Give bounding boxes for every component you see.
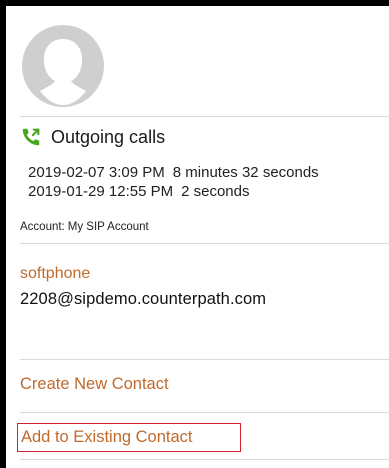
calls-header: Outgoing calls [20, 126, 165, 148]
divider [20, 459, 389, 460]
account-line: Account: My SIP Account [20, 221, 149, 233]
divider [20, 243, 389, 244]
contact-number-value[interactable]: 2208@sipdemo.counterpath.com [20, 290, 266, 309]
account-label: Account: [20, 221, 65, 233]
call-entry: 2019-01-29 12:55 PM 2 seconds [28, 183, 250, 200]
create-new-contact-button[interactable]: Create New Contact [20, 375, 169, 394]
outgoing-call-icon [22, 128, 40, 146]
add-to-existing-contact-button[interactable]: Add to Existing Contact [21, 428, 193, 447]
call-datetime: 2019-01-29 12:55 PM [28, 183, 174, 200]
divider [20, 116, 389, 117]
call-datetime: 2019-02-07 3:09 PM [28, 164, 165, 181]
avatar-placeholder-icon [22, 25, 104, 107]
account-name: My SIP Account [67, 221, 149, 233]
call-duration: 2 seconds [181, 183, 250, 200]
divider [20, 359, 389, 360]
call-duration: 8 minutes 32 seconds [172, 164, 319, 181]
calls-title: Outgoing calls [51, 126, 166, 147]
contact-number-label: softphone [20, 265, 91, 282]
divider [20, 412, 389, 413]
call-details-screen: Outgoing calls 2019-02-07 3:09 PM 8 minut… [6, 6, 389, 468]
call-entry: 2019-02-07 3:09 PM 8 minutes 32 seconds [28, 164, 319, 181]
